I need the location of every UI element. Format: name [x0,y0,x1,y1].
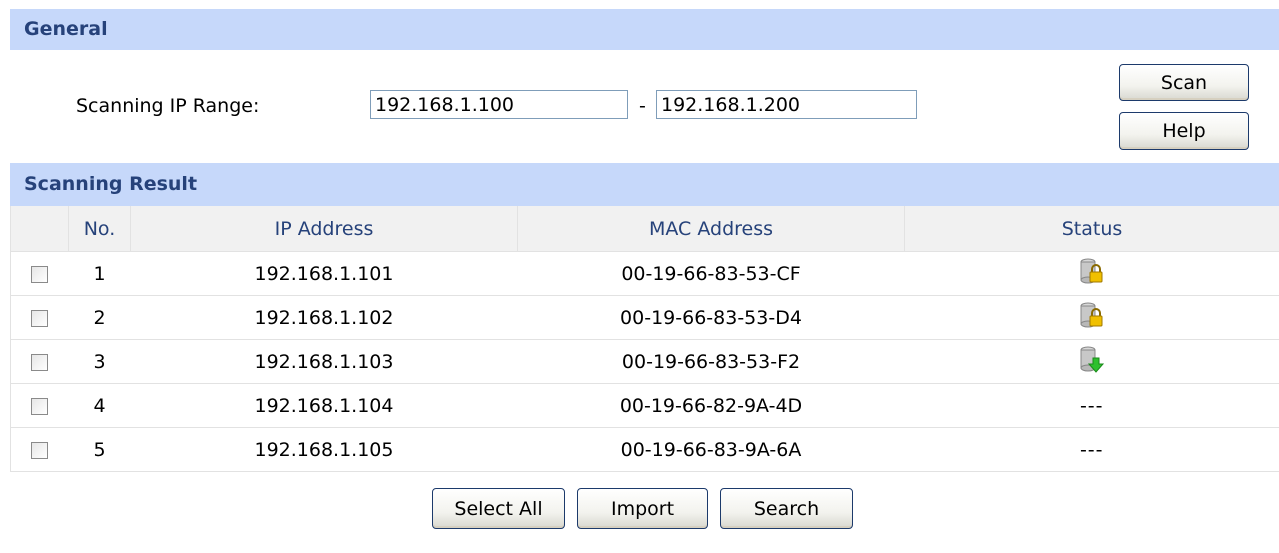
column-header-no: No. [68,206,131,252]
row-number: 4 [68,383,131,428]
row-checkbox[interactable] [31,265,49,283]
row-select-cell [10,427,69,472]
row-number: 2 [68,295,131,340]
scanning-result-table: No. IP Address MAC Address Status 1 192.1… [10,206,1279,472]
locked-database-icon [1079,300,1105,335]
row-ip-address: 192.168.1.103 [130,339,518,384]
status-text: --- [1079,438,1104,461]
row-number: 3 [68,339,131,384]
row-number: 1 [68,251,131,296]
row-select-cell [10,339,69,384]
ip-range-separator: - [639,95,646,117]
table-row: 2 192.168.1.102 00-19-66-83-53-D4 [10,295,1279,340]
row-checkbox[interactable] [31,397,49,415]
row-ip-address: 192.168.1.101 [130,251,518,296]
select-all-button[interactable]: Select All [432,488,565,529]
row-ip-address: 192.168.1.104 [130,383,518,428]
column-header-ip-address: IP Address [130,206,518,252]
row-mac-address: 00-19-66-83-53-F2 [517,339,905,384]
row-status [904,295,1279,340]
row-checkbox[interactable] [31,441,49,459]
import-button[interactable]: Import [577,488,708,529]
table-row: 5 192.168.1.105 00-19-66-83-9A-6A --- [10,427,1279,472]
row-select-cell [10,251,69,296]
scan-button[interactable]: Scan [1119,64,1249,101]
general-section-header: General [10,9,1279,50]
row-checkbox[interactable] [31,309,49,327]
column-header-mac-address: MAC Address [517,206,905,252]
download-database-icon [1079,344,1105,379]
status-text: --- [1079,394,1104,417]
column-header-select [10,206,69,252]
row-mac-address: 00-19-66-83-53-D4 [517,295,905,340]
locked-database-icon [1079,256,1105,291]
row-number: 5 [68,427,131,472]
scanning-ip-range-label: Scanning IP Range: [76,95,260,117]
column-header-status: Status [904,206,1279,252]
row-status [904,339,1279,384]
table-row: 4 192.168.1.104 00-19-66-82-9A-4D --- [10,383,1279,428]
row-status: --- [904,383,1279,428]
row-mac-address: 00-19-66-83-9A-6A [517,427,905,472]
row-ip-address: 192.168.1.102 [130,295,518,340]
row-checkbox[interactable] [31,353,49,371]
ip-range-start-input[interactable] [370,90,628,119]
row-select-cell [10,383,69,428]
row-ip-address: 192.168.1.105 [130,427,518,472]
table-header-row: No. IP Address MAC Address Status [10,206,1279,252]
table-row: 3 192.168.1.103 00-19-66-83-53-F2 [10,339,1279,384]
row-status [904,251,1279,296]
row-mac-address: 00-19-66-83-53-CF [517,251,905,296]
search-button[interactable]: Search [720,488,853,529]
table-row: 1 192.168.1.101 00-19-66-83-53-CF [10,251,1279,296]
ip-range-end-input[interactable] [656,90,917,119]
row-select-cell [10,295,69,340]
row-status: --- [904,427,1279,472]
help-button[interactable]: Help [1119,112,1249,150]
row-mac-address: 00-19-66-82-9A-4D [517,383,905,428]
scanning-result-section-header: Scanning Result [10,163,1279,206]
